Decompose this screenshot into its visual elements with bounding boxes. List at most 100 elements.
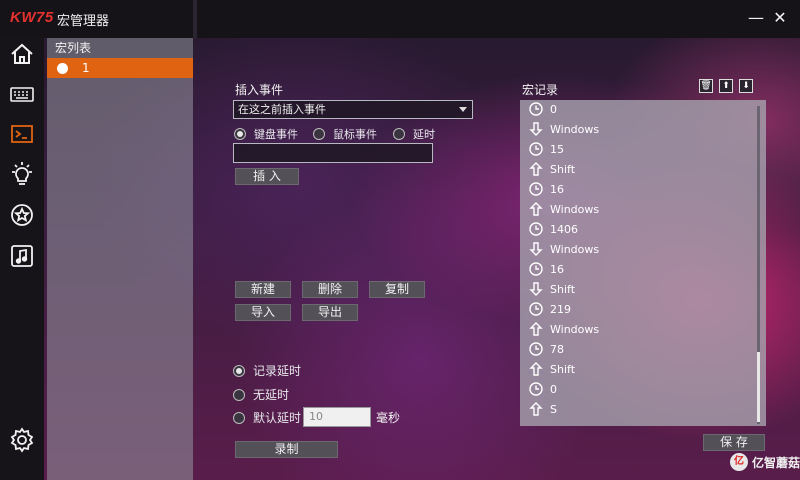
- arrow-up-icon[interactable]: ⬆: [719, 79, 733, 93]
- macro-dot-icon: [57, 62, 68, 74]
- record-event-row[interactable]: Windows: [528, 199, 599, 219]
- macro-list-header: 宏列表: [47, 38, 193, 58]
- left-nav: [0, 38, 44, 480]
- insert-button[interactable]: 插 入: [235, 168, 299, 185]
- record-event-row[interactable]: 16: [528, 259, 564, 279]
- delay-option-label: 无延时: [253, 388, 290, 402]
- record-button[interactable]: 录制: [235, 441, 338, 458]
- record-event-text: Shift: [550, 282, 576, 296]
- record-event-row[interactable]: 219: [528, 299, 571, 319]
- delay-option-label: 默认延时: [253, 411, 302, 425]
- event-type-mouse[interactable]: 鼠标事件: [313, 126, 377, 142]
- record-event-row[interactable]: 78: [528, 339, 564, 359]
- event-type-delay[interactable]: 延时: [393, 126, 435, 142]
- chevron-down-icon: [459, 107, 467, 112]
- record-event-text: S: [550, 402, 557, 416]
- title-bar: KW75 宏管理器 — ✕: [0, 0, 800, 38]
- save-button[interactable]: 保 存: [703, 434, 765, 451]
- clock-icon: [528, 301, 544, 317]
- record-event-text: 0: [550, 382, 557, 396]
- record-event-row[interactable]: Shift: [528, 159, 575, 179]
- record-event-text: 16: [550, 262, 564, 276]
- clock-icon: [528, 221, 544, 237]
- radio-icon: [233, 388, 245, 401]
- clock-icon: [528, 381, 544, 397]
- record-event-text: Shift: [550, 162, 576, 176]
- watermark-text: 亿智蘑菇: [752, 455, 800, 470]
- clock-icon: [528, 101, 544, 117]
- trash-icon[interactable]: 🗑: [699, 79, 713, 93]
- insert-event-title: 插入事件: [235, 83, 284, 97]
- clock-icon: [528, 141, 544, 157]
- record-event-text: Windows: [550, 202, 600, 216]
- settings-icon[interactable]: [8, 426, 36, 454]
- insert-position-select[interactable]: 在这之前插入事件: [233, 100, 473, 119]
- arrow-up-icon: [528, 201, 544, 217]
- macro-icon[interactable]: [8, 120, 36, 148]
- record-event-row[interactable]: 16: [528, 179, 564, 199]
- event-value-input[interactable]: [233, 143, 433, 163]
- record-event-text: 16: [550, 182, 564, 196]
- delay-record-option[interactable]: 记录延时: [233, 362, 301, 379]
- copy-button[interactable]: 复制: [369, 281, 425, 298]
- record-event-text: Windows: [550, 242, 600, 256]
- record-event-text: Shift: [550, 362, 576, 376]
- record-event-text: Windows: [550, 322, 600, 336]
- minimize-button[interactable]: —: [746, 8, 766, 28]
- record-event-row[interactable]: Windows: [528, 119, 599, 139]
- arrow-up-icon: [528, 361, 544, 377]
- close-button[interactable]: ✕: [770, 8, 790, 28]
- event-type-label: 键盘事件: [254, 128, 298, 141]
- record-event-row[interactable]: S: [528, 399, 557, 419]
- macro-item-label: 1: [82, 61, 90, 75]
- home-icon[interactable]: [8, 40, 36, 68]
- app-title: 宏管理器: [57, 14, 110, 29]
- star-icon[interactable]: [8, 201, 36, 229]
- arrow-up-icon: [528, 401, 544, 417]
- record-event-row[interactable]: Shift: [528, 279, 575, 299]
- watermark-logo-icon: 亿: [730, 453, 748, 471]
- title-divider: [193, 0, 197, 38]
- radio-icon: [234, 128, 246, 140]
- default-delay-input[interactable]: 10: [303, 407, 371, 427]
- event-type-label: 延时: [413, 128, 435, 141]
- record-event-row[interactable]: 1406: [528, 219, 578, 239]
- clock-icon: [528, 181, 544, 197]
- record-event-row[interactable]: Windows: [528, 239, 599, 259]
- event-type-keyboard[interactable]: 键盘事件: [234, 126, 298, 142]
- import-button[interactable]: 导入: [235, 304, 291, 321]
- delay-default-option[interactable]: 默认延时: [233, 409, 301, 426]
- light-icon[interactable]: [8, 160, 36, 188]
- arrow-up-icon: [528, 321, 544, 337]
- record-event-text: 78: [550, 342, 564, 356]
- arrow-down-icon: [528, 281, 544, 297]
- record-event-text: Windows: [550, 122, 600, 136]
- record-event-text: 15: [550, 142, 564, 156]
- arrow-down-icon: [528, 121, 544, 137]
- macro-record-title: 宏记录: [522, 83, 559, 97]
- record-event-row[interactable]: 15: [528, 139, 564, 159]
- arrow-up-icon: [528, 161, 544, 177]
- record-event-row[interactable]: 0: [528, 100, 557, 119]
- arrow-down-icon: [528, 241, 544, 257]
- macro-record-list[interactable]: 0 Windows 15 Shift 16 Windows 1406 Windows 16 Shi…: [520, 100, 766, 426]
- new-button[interactable]: 新建: [235, 281, 291, 298]
- delete-button[interactable]: 删除: [302, 281, 358, 298]
- record-scroll-thumb[interactable]: [757, 352, 760, 422]
- export-button[interactable]: 导出: [302, 304, 358, 321]
- keyboard-icon[interactable]: [8, 80, 36, 108]
- delay-option-label: 记录延时: [253, 364, 302, 378]
- delay-unit-label: 毫秒: [376, 411, 401, 425]
- music-icon[interactable]: [8, 242, 36, 270]
- radio-icon: [393, 128, 405, 140]
- record-event-row[interactable]: Windows: [528, 319, 599, 339]
- record-event-row[interactable]: Shift: [528, 359, 575, 379]
- delay-none-option[interactable]: 无延时: [233, 386, 289, 403]
- arrow-down-icon[interactable]: ⬇: [739, 79, 753, 93]
- macro-list-item[interactable]: 1: [47, 58, 193, 78]
- brand-logo: KW75: [10, 9, 54, 26]
- radio-icon: [233, 364, 245, 377]
- clock-icon: [528, 341, 544, 357]
- record-event-row[interactable]: 0: [528, 379, 557, 399]
- record-event-text: 1406: [550, 222, 578, 236]
